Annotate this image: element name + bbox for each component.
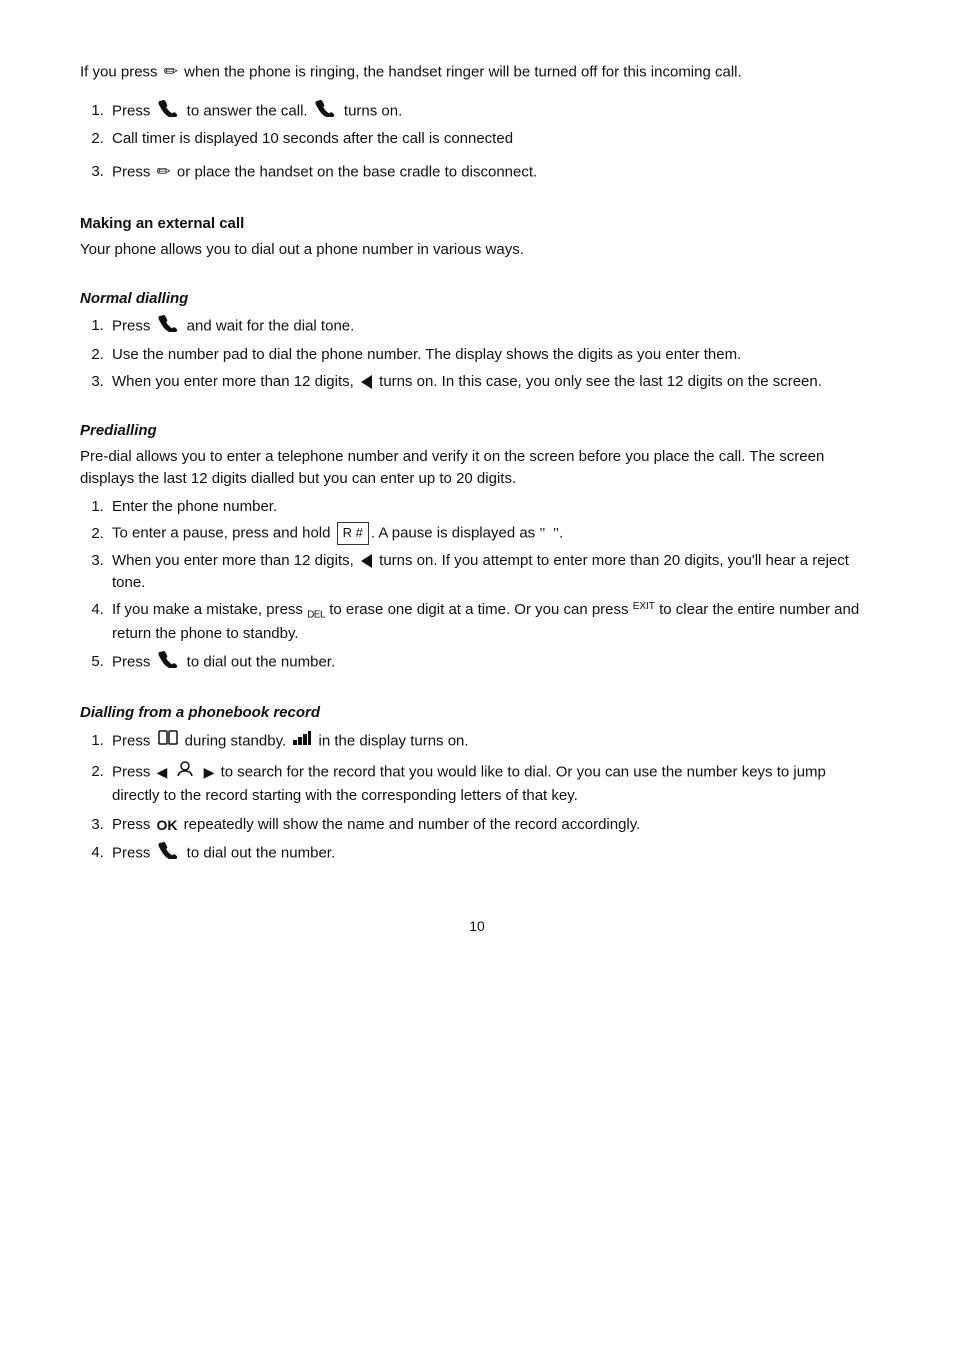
normal-dialling-step-1: Press and wait for the dial tone. — [108, 314, 874, 339]
normal-dialling-title: Normal dialling — [80, 288, 874, 310]
intro-step-1: Press to answer the call. turns on. — [108, 99, 874, 124]
normal-dialling-steps: Press and wait for the dial tone. Use th… — [108, 314, 874, 392]
del-key-label: DEL — [307, 603, 325, 617]
intro-paragraph: If you press ✏ when the phone is ringing… — [80, 60, 874, 85]
phone-icon-3 — [158, 314, 180, 339]
normal-dialling-step-2: Use the number pad to dial the phone num… — [108, 344, 874, 366]
left-triangle-icon-2 — [361, 554, 372, 568]
predialling-step-4: If you make a mistake, press DEL to eras… — [108, 599, 874, 645]
phone-icon-1 — [158, 99, 180, 124]
normal-dialling-section: Normal dialling — [80, 288, 874, 310]
phonebook-steps: Press during standby. — [108, 728, 874, 866]
ok-key: OK — [157, 815, 178, 835]
making-external-para: Your phone allows you to dial out a phon… — [80, 239, 874, 261]
hash-key-icon: R # — [337, 522, 369, 545]
making-external-section: Making an external call Your phone allow… — [80, 213, 874, 261]
left-arrow-nav: ◀ — [157, 764, 168, 780]
pause-display: " " — [539, 526, 559, 542]
page-number: 10 — [80, 916, 874, 936]
predialling-section: Predialling Pre-dial allows you to enter… — [80, 420, 874, 489]
intro-steps: Press to answer the call. turns on. Call… — [108, 99, 874, 151]
predialling-para: Pre-dial allows you to enter a telephone… — [80, 446, 874, 490]
phonebook-section: Dialling from a phonebook record — [80, 702, 874, 724]
phonebook-step-4: Press to dial out the number. — [108, 841, 874, 866]
normal-dialling-step-3: When you enter more than 12 digits, turn… — [108, 371, 874, 393]
mute-icon-2: ✏ — [157, 160, 171, 185]
phone-icon-2 — [315, 99, 337, 124]
right-arrow-nav: ▶ — [204, 764, 215, 780]
predialling-step-1: Enter the phone number. — [108, 496, 874, 518]
intro-step-2: Call timer is displayed 10 seconds after… — [108, 128, 874, 150]
predialling-title: Predialling — [80, 420, 874, 442]
contact-icon — [176, 760, 194, 785]
predialling-steps: Enter the phone number. To enter a pause… — [108, 496, 874, 675]
predialling-step-3: When you enter more than 12 digits, turn… — [108, 550, 874, 594]
predialling-step-5: Press to dial out the number. — [108, 650, 874, 675]
signal-bars-icon — [293, 730, 311, 753]
mute-icon: ✏ — [164, 60, 178, 85]
book-icon — [158, 728, 178, 755]
intro-step-3: Press ✏ or place the handset on the base… — [108, 160, 874, 185]
phone-icon-5 — [158, 841, 180, 866]
exit-key-label: EXIT — [633, 603, 655, 617]
intro-step-3-list: Press ✏ or place the handset on the base… — [108, 160, 874, 185]
predialling-step-2: To enter a pause, press and hold R #. A … — [108, 522, 874, 545]
phonebook-step-1: Press during standby. — [108, 728, 874, 755]
phonebook-step-3: Press OK repeatedly will show the name a… — [108, 814, 874, 836]
phone-icon-4 — [158, 650, 180, 675]
page-content: If you press ✏ when the phone is ringing… — [80, 60, 874, 866]
making-external-title: Making an external call — [80, 213, 874, 235]
phonebook-step-2: Press ◀ ▶ to search for the record that … — [108, 760, 874, 807]
phonebook-title: Dialling from a phonebook record — [80, 702, 874, 724]
left-triangle-icon-1 — [361, 375, 372, 389]
